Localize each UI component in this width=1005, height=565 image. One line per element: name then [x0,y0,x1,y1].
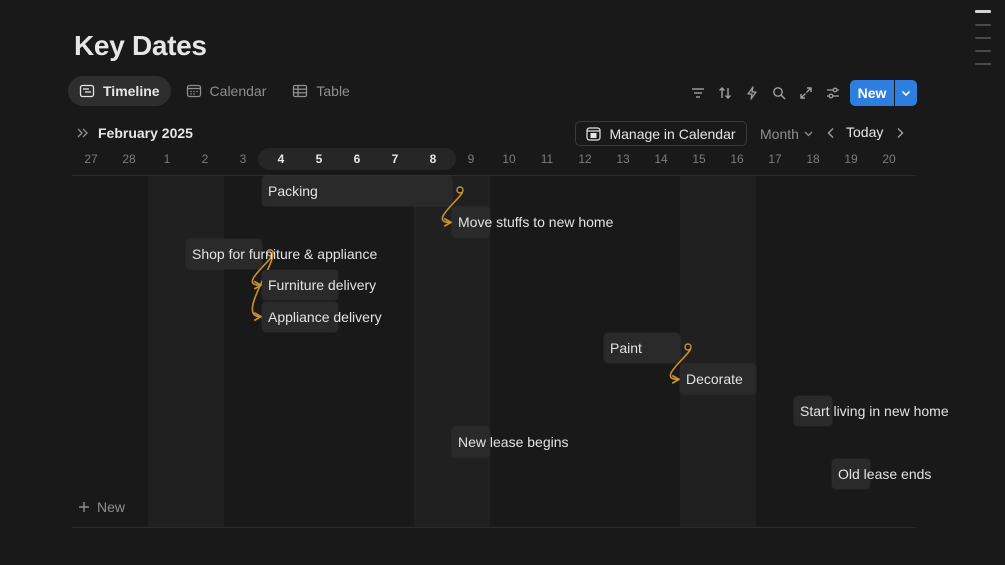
chevron-down-icon [901,90,911,97]
task-bar[interactable] [680,364,756,395]
chevron-down-icon [804,131,813,137]
new-button-group: New [850,80,917,106]
outline-line [975,10,991,13]
tab-table[interactable]: Table [281,76,360,106]
task-bar[interactable] [452,207,490,238]
day-label: 13 [616,152,630,166]
task-bar[interactable] [186,238,262,269]
weekend-column [680,176,756,527]
day-label: 18 [806,152,820,166]
new-dropdown-button[interactable] [895,80,917,106]
timescale-label: Month [760,125,799,142]
sort-icon [718,87,731,99]
plus-icon [79,502,89,512]
view-toolbar [688,80,842,106]
settings-button[interactable] [823,81,842,105]
tab-label: Table [316,83,350,99]
page-outline[interactable] [975,10,991,76]
day-label: 19 [844,152,858,166]
task-bar[interactable] [452,427,490,458]
search-button[interactable] [769,81,788,105]
tab-timeline[interactable]: Timeline [68,76,171,106]
day-label: 16 [730,152,744,166]
page-title: Key Dates [74,30,207,61]
automation-button[interactable] [742,81,761,105]
day-label: 14 [654,152,668,166]
task-bar[interactable] [262,176,452,206]
month-label: February 2025 [98,125,193,141]
weekend-column [148,176,224,527]
day-label: 11 [540,152,554,166]
outline-line [975,50,991,52]
chevron-right-icon [897,128,904,138]
day-label: 8 [429,152,437,166]
calendar-app-icon [586,127,602,141]
task-bar[interactable] [832,458,870,489]
filter-icon [691,88,704,98]
day-header: 27 28 1 2 3 4 5 6 7 8 9 10 11 12 13 14 15 16 17 18 19 20 [72,149,916,169]
filter-button[interactable] [688,81,707,105]
day-label: 17 [768,152,782,166]
day-label: 3 [239,152,247,166]
today-button[interactable]: Today [846,124,883,142]
outline-line [975,24,991,26]
tab-label: Calendar [209,83,267,99]
task-bar[interactable] [604,333,680,363]
search-icon [772,87,785,100]
next-button[interactable] [893,124,907,142]
sort-button[interactable] [715,81,734,105]
day-label: 27 [84,152,98,166]
view-tabs: Timeline Calendar Table [68,76,361,106]
day-label: 28 [122,152,136,166]
manage-calendar-label: Manage in Calendar [609,125,736,142]
table-icon [293,84,308,98]
task-bar[interactable] [262,301,338,332]
expand-icon [799,87,812,99]
tab-label: Timeline [103,83,160,99]
task-bar[interactable] [794,395,832,426]
day-label: 20 [882,152,896,166]
chevron-left-icon [827,128,834,138]
timeline-icon [79,84,95,98]
task-bar[interactable] [262,270,338,301]
divider [72,527,916,528]
new-button[interactable]: New [850,80,894,106]
settings-icon [826,87,839,99]
manage-calendar-button[interactable]: Manage in Calendar [575,121,747,146]
outline-line [975,37,991,39]
dependency-handle[interactable] [266,249,274,257]
add-new-label: New [97,499,126,515]
day-label: 7 [391,152,399,166]
previous-button[interactable] [824,124,838,142]
timescale-select[interactable]: Month [760,121,813,146]
day-label: 2 [201,152,209,166]
day-label: 15 [692,152,706,166]
calendar-icon [186,84,201,98]
day-label: 1 [163,152,171,166]
day-label: 9 [467,152,475,166]
double-chevron-icon[interactable] [76,126,90,140]
day-label: 4 [277,152,285,166]
day-label: 5 [315,152,323,166]
outline-line [975,63,991,65]
tab-calendar[interactable]: Calendar [175,76,278,106]
expand-button[interactable] [796,81,815,105]
add-new-row-button[interactable]: New [78,497,125,517]
dependency-handle[interactable] [266,249,274,257]
automation-icon [746,86,757,100]
day-label: 10 [502,152,516,166]
day-label: 6 [353,152,361,166]
month-header: February 2025 [76,120,193,146]
day-label: 12 [578,152,592,166]
